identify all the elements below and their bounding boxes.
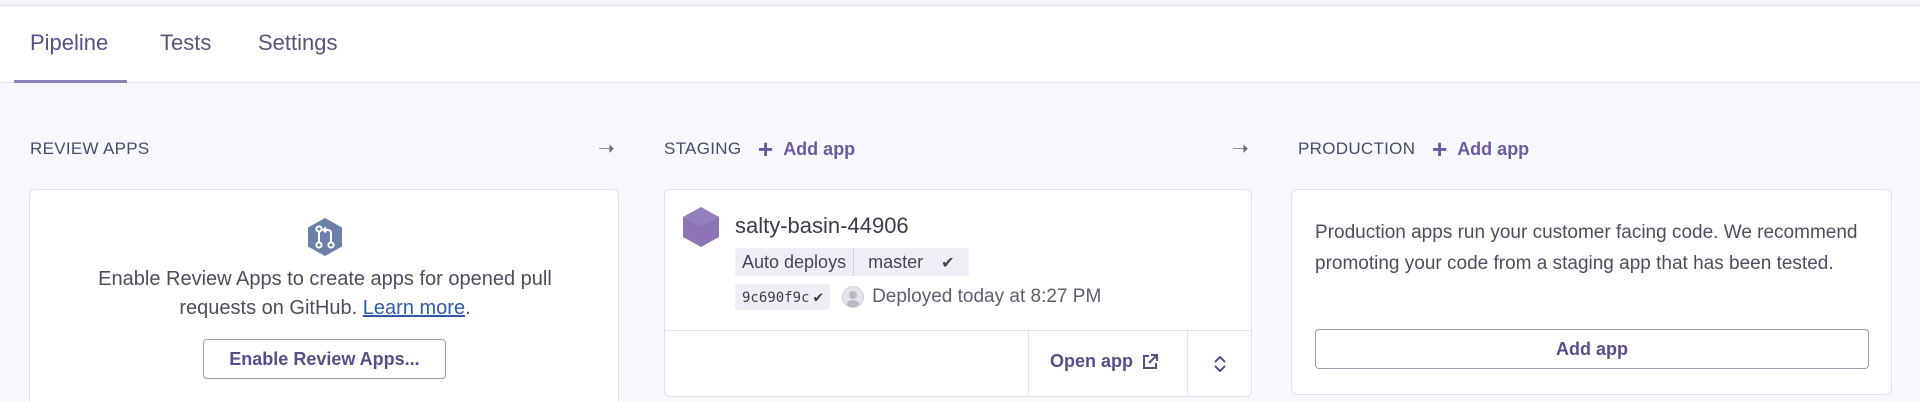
staging-heading: STAGING <box>664 139 742 158</box>
app-name-link[interactable]: salty-basin-44906 <box>735 213 909 239</box>
footer-divider <box>1028 331 1029 397</box>
plus-icon: + <box>1432 134 1448 164</box>
production-description: Production apps run your customer facing… <box>1315 222 1858 274</box>
user-avatar-icon <box>842 286 865 308</box>
promote-arrow-icon[interactable]: ➝ <box>1232 136 1249 162</box>
plus-icon: + <box>758 134 774 164</box>
production-add-app-label: Add app <box>1457 139 1530 159</box>
staging-add-app-label: Add app <box>783 139 856 159</box>
app-hexagon-icon <box>683 207 719 247</box>
branch-name: master <box>868 252 924 272</box>
active-tab-underline <box>14 80 127 83</box>
tab-tests[interactable]: Tests <box>160 6 211 83</box>
check-icon: ✔ <box>813 287 824 306</box>
external-link-icon <box>1143 353 1159 369</box>
deployed-timestamp: Deployed today at 8:27 PM <box>872 286 1102 307</box>
open-app-button[interactable]: Open app <box>1050 351 1159 372</box>
staging-card-footer: Open app <box>665 330 1251 397</box>
auto-deploy-badge[interactable]: Auto deploys master ✔ <box>735 248 969 276</box>
review-apps-description-period: . <box>465 297 471 319</box>
tab-pipeline[interactable]: Pipeline <box>30 6 108 83</box>
pipeline-tabs: Pipeline Tests Settings <box>0 6 1920 83</box>
review-apps-heading: REVIEW APPS <box>30 139 150 158</box>
enable-review-apps-button[interactable]: Enable Review Apps... <box>203 339 446 379</box>
production-card: Production apps run your customer facing… <box>1291 189 1892 395</box>
promote-arrow-icon: ➝ <box>598 138 615 160</box>
auto-deploys-label: Auto deploys <box>742 252 847 272</box>
review-apps-card: Enable Review Apps to create apps for op… <box>29 189 619 402</box>
open-app-label: Open app <box>1050 351 1134 371</box>
tab-settings[interactable]: Settings <box>258 6 338 83</box>
commit-hash: 9c690f9c <box>742 290 810 306</box>
git-pull-request-icon <box>308 218 342 256</box>
review-apps-description: Enable Review Apps to create apps for op… <box>70 265 580 323</box>
staging-app-card: salty-basin-44906 Auto deploys master ✔ 9… <box>664 189 1252 397</box>
production-add-app-link[interactable]: + Add app <box>1432 136 1529 162</box>
production-heading: PRODUCTION <box>1298 139 1416 158</box>
branch-badge: master ✔ <box>854 248 968 276</box>
review-apps-description-text: Enable Review Apps to create apps for op… <box>98 268 552 319</box>
commit-badge[interactable]: 9c690f9c ✔ <box>735 284 831 310</box>
expand-menu-button[interactable] <box>1188 331 1251 397</box>
check-icon: ✔ <box>941 255 955 272</box>
production-add-app-button[interactable]: Add app <box>1315 329 1869 369</box>
chevron-up-down-icon <box>1213 355 1226 373</box>
learn-more-link[interactable]: Learn more <box>363 297 465 319</box>
deploy-info-row: 9c690f9c ✔ Deployed today at 8:27 PM <box>735 283 1101 311</box>
staging-add-app-link[interactable]: + Add app <box>758 136 855 162</box>
